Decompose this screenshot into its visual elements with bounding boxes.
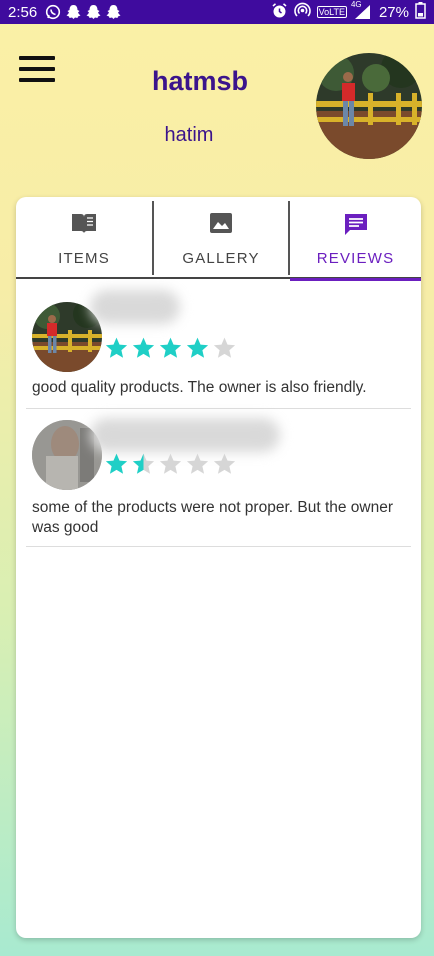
whatsapp-icon	[45, 4, 61, 20]
alarm-icon	[271, 2, 288, 23]
image-icon	[209, 212, 233, 239]
review-item: good quality products. The owner is also…	[26, 290, 411, 409]
hotspot-icon	[293, 2, 311, 23]
tab-bar: ITEMS GALLERY REVIEWS	[16, 197, 421, 281]
signal-badge: 4G	[350, 0, 362, 9]
status-bar: 2:56 VoLTE 4G 27%	[0, 0, 434, 24]
star-filled-icon	[132, 337, 155, 358]
volte-badge: VoLTE	[316, 6, 347, 18]
battery-icon	[415, 1, 426, 23]
reviewer-name-blurred	[90, 290, 180, 324]
tab-items[interactable]: ITEMS	[16, 197, 152, 277]
message-icon	[343, 212, 369, 241]
review-item: some of the products were not proper. Bu…	[26, 408, 411, 547]
tab-gallery[interactable]: GALLERY	[154, 197, 288, 277]
review-text: good quality products. The owner is also…	[32, 379, 367, 396]
star-filled-icon	[105, 337, 128, 358]
signal-icon: 4G	[351, 0, 373, 20]
snapchat-icon	[66, 4, 81, 20]
tab-gallery-label: GALLERY	[182, 250, 260, 267]
tab-items-label: ITEMS	[58, 250, 110, 267]
rating-stars	[104, 336, 237, 361]
book-icon	[70, 212, 98, 239]
profile-avatar[interactable]	[316, 53, 422, 159]
star-filled-icon	[105, 453, 128, 474]
avatar-photo	[316, 53, 422, 159]
tab-reviews-label: REVIEWS	[316, 250, 395, 267]
profile-card: ITEMS GALLERY REVIEWS good quality produ…	[16, 197, 421, 938]
star-empty-icon	[186, 453, 209, 474]
star-empty-icon	[159, 453, 182, 474]
star-filled-icon	[186, 337, 209, 358]
snapchat-icon	[106, 4, 121, 20]
star-filled-icon	[159, 337, 182, 358]
rating-stars	[104, 452, 237, 477]
tab-reviews[interactable]: REVIEWS	[290, 197, 421, 281]
star-half-icon	[132, 453, 155, 474]
reviewer-name-blurred	[90, 418, 280, 452]
review-text: some of the products were not proper. Bu…	[32, 499, 394, 536]
battery-percent: 27%	[378, 3, 409, 21]
star-empty-icon	[213, 337, 236, 358]
star-empty-icon	[213, 453, 236, 474]
clock: 2:56	[8, 3, 38, 21]
snapchat-icon	[86, 4, 101, 20]
